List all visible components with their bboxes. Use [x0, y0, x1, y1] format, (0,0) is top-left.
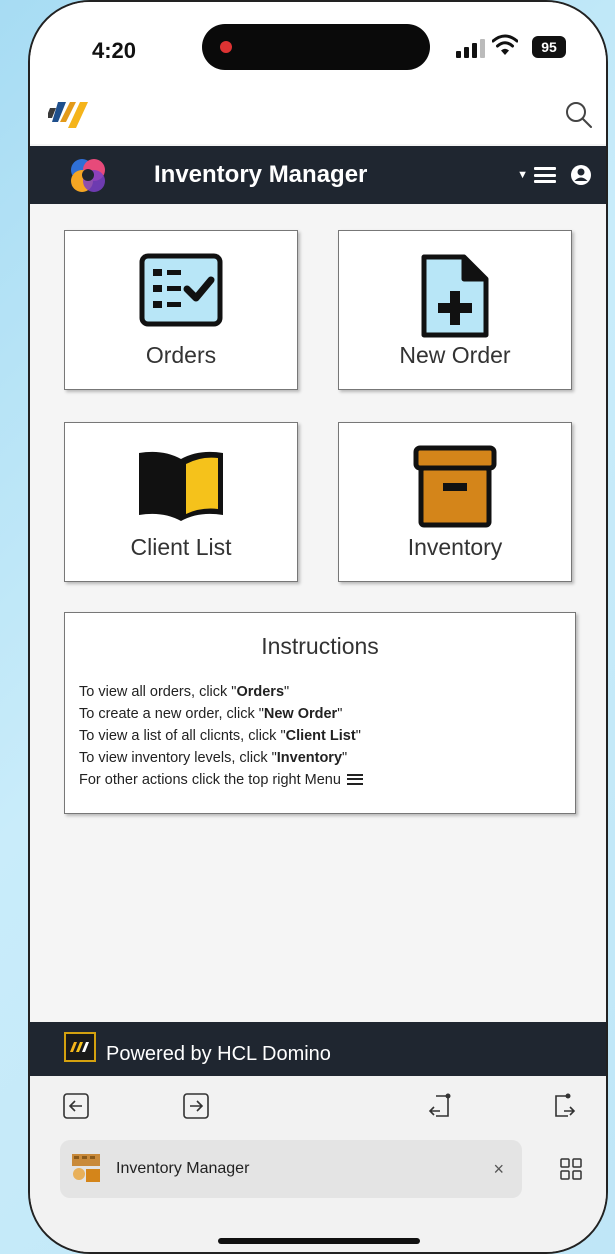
forward-arrow-icon[interactable]	[182, 1092, 210, 1120]
battery-icon: 95	[532, 36, 566, 58]
home-indicator[interactable]	[218, 1238, 420, 1244]
dynamic-island	[202, 24, 430, 70]
domino-logo-icon[interactable]	[48, 98, 90, 134]
domino-top-bar	[30, 94, 606, 144]
orders-checklist-icon	[139, 253, 223, 327]
user-account-icon[interactable]	[570, 164, 592, 186]
orders-tile-label: Orders	[145, 342, 217, 368]
client-list-tile-label: Client List	[130, 534, 232, 560]
instruction-line: To view all orders, click "Orders"	[79, 684, 290, 700]
hcl-domino-logo-icon	[64, 1032, 96, 1062]
client-list-tile[interactable]: Client List	[64, 422, 298, 582]
close-tab-button[interactable]: ×	[493, 1140, 504, 1198]
inventory-tile[interactable]: Inventory	[338, 422, 572, 582]
instruction-line: To view inventory levels, click "Invento…	[79, 750, 348, 766]
tabs-overview-icon[interactable]	[560, 1158, 582, 1180]
dropdown-caret-icon[interactable]: ▼	[517, 169, 528, 181]
open-in-app-icon[interactable]	[426, 1092, 454, 1120]
browser-tab-title: Inventory Manager	[116, 1160, 250, 1177]
archive-box-icon	[413, 445, 497, 528]
instructions-list: To view all orders, click "Orders" To cr…	[79, 681, 363, 791]
phone-frame: 4:20 95 Inventory Manager ▼ Orders New O…	[28, 0, 608, 1254]
instruction-line: To create a new order, click "New Order"	[79, 706, 343, 722]
browser-toolbar: Inventory Manager ×	[30, 1076, 606, 1252]
open-book-icon	[139, 451, 223, 521]
instructions-title: Instructions	[261, 633, 379, 659]
share-exit-icon[interactable]	[550, 1092, 578, 1120]
status-time: 4:20	[92, 38, 137, 63]
inventory-tile-label: Inventory	[407, 534, 503, 560]
back-arrow-icon[interactable]	[62, 1092, 90, 1120]
app-logo-icon[interactable]	[68, 156, 108, 194]
menu-icon	[346, 773, 363, 785]
recording-indicator	[220, 41, 232, 53]
new-document-icon	[421, 254, 489, 338]
instructions-panel: Instructions To view all orders, click "…	[64, 612, 576, 814]
wifi-icon	[492, 34, 518, 55]
cellular-signal-icon	[456, 36, 486, 58]
browser-tab[interactable]: Inventory Manager ×	[60, 1140, 522, 1198]
footer-bar: Powered by HCL Domino	[30, 1022, 606, 1076]
instruction-line: For other actions click the top right Me…	[79, 769, 363, 791]
inventory-favicon-icon	[72, 1154, 100, 1182]
instruction-line: To view a list of all clicnts, click "Cl…	[79, 728, 361, 744]
app-title: Inventory Manager	[154, 161, 368, 188]
search-icon[interactable]	[564, 100, 594, 130]
app-header: Inventory Manager ▼	[30, 146, 606, 204]
orders-tile[interactable]: Orders	[64, 230, 298, 390]
menu-icon[interactable]	[534, 167, 556, 183]
status-bar: 4:20 95	[30, 2, 606, 94]
new-order-tile-label: New Order	[399, 342, 511, 368]
new-order-tile[interactable]: New Order	[338, 230, 572, 390]
